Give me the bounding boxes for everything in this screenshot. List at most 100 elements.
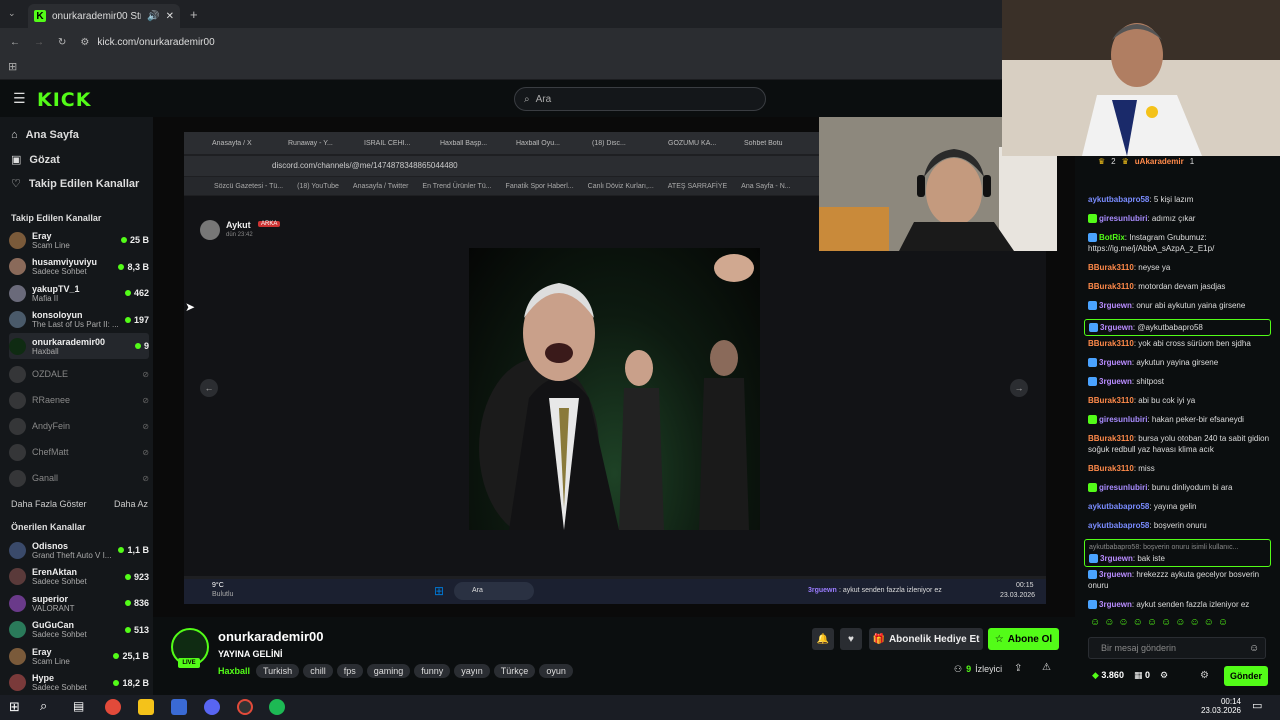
gift-subscription-button[interactable]: 🎁 Abonelik Hediye Et (869, 628, 983, 650)
chat-username[interactable]: giresunlubiri (1099, 214, 1147, 223)
chat-username[interactable]: aykutbabapro58 (1088, 521, 1149, 530)
followed-channel[interactable]: konsoloyun The Last of Us Part II: ... 197 (9, 307, 149, 333)
offline-channel[interactable]: Ganall ⊘ (9, 465, 149, 491)
search-input[interactable]: ⌕ Ara (514, 87, 766, 111)
channel-name[interactable]: onurkarademir00 (218, 629, 324, 644)
discord-taskbar-icon[interactable] (204, 699, 220, 715)
next-image-icon[interactable]: → (1010, 379, 1028, 397)
chat-input[interactable]: Bir mesaj gönderin (1088, 637, 1266, 659)
chat-message[interactable]: BBurak3110: bursa yolu otoban 240 ta sab… (1088, 433, 1273, 455)
obs-taskbar-icon[interactable] (237, 699, 253, 715)
followed-channel[interactable]: husamviyuviyu Sadece Sohbet 8,3 B (9, 254, 149, 280)
stream-tag[interactable]: Türkçe (493, 664, 536, 678)
show-more-button[interactable]: Daha Fazla Göster (11, 499, 87, 509)
windows-start-button[interactable]: ⊞ (9, 699, 20, 715)
chat-username[interactable]: BBurak3110 (1088, 339, 1134, 348)
taskbar-search-icon[interactable]: ⌕ (40, 698, 47, 714)
back-icon[interactable]: ← (10, 37, 20, 48)
forward-icon[interactable]: → (34, 37, 44, 48)
chat-username[interactable]: BBurak3110 (1088, 263, 1134, 272)
notification-center-icon[interactable]: ▭ (1252, 699, 1262, 712)
chat-message[interactable]: 3rguewn: hrekezzz aykuta gecelyor bosver… (1088, 569, 1273, 591)
chat-message[interactable]: BBurak3110: miss (1088, 463, 1273, 474)
points-display[interactable]: ◆ 3.860 (1092, 670, 1124, 681)
send-button[interactable]: Gönder (1224, 666, 1268, 686)
chat-username[interactable]: BBurak3110 (1088, 434, 1134, 443)
chat-message[interactable]: aykutbabapro58: boşverin onuru (1088, 520, 1273, 531)
chat-message[interactable]: giresunlubiri: bunu dinliyodum bi ara (1088, 482, 1273, 493)
stream-tag[interactable]: funny (414, 664, 451, 678)
chat-message[interactable]: BBurak3110: abi bu cok iyi ya (1088, 395, 1273, 406)
stream-tag[interactable]: fps (336, 664, 363, 678)
taskbar-clock[interactable]: 00:14 23.03.2026 (1201, 697, 1241, 715)
tab-list-icon[interactable]: ⌄ (8, 8, 16, 19)
chat-username[interactable]: 3rguewn (1099, 301, 1132, 310)
chat-message[interactable]: 3rguewn: shitpost (1088, 376, 1273, 387)
chat-username[interactable]: 3rguewn (1100, 323, 1133, 332)
chat-message[interactable]: BBurak3110: motordan devam jasdjas (1088, 281, 1273, 292)
chat-message[interactable]: 3rguewn: onur abi aykutun yaina girsene (1088, 300, 1273, 311)
chat-message[interactable]: 3rguewn: @aykutbabapro58 (1084, 319, 1271, 336)
tab-close-icon[interactable]: ✕ (166, 11, 174, 22)
followed-channel[interactable]: onurkarademir00 Haxball 9 (9, 333, 149, 359)
chat-message[interactable]: aykutbabapro58: yayına gelin (1088, 501, 1273, 512)
recommended-channel[interactable]: Eray Scam Line 25,1 B (9, 643, 149, 669)
subscribe-button[interactable]: ☆ Abone Ol (988, 628, 1059, 650)
menu-icon[interactable]: ☰ (13, 90, 26, 107)
browser-tab[interactable]: K onurkarademir00 Stream - 🔊 ✕ (28, 4, 180, 28)
chat-username[interactable]: 3rguewn (1100, 554, 1133, 563)
show-less-button[interactable]: Daha Az (114, 499, 148, 509)
followed-channel[interactable]: yakupTV_1 Mafia II 462 (9, 280, 149, 306)
chat-message[interactable]: BBurak3110: neyse ya (1088, 262, 1273, 273)
chat-username[interactable]: BotRix (1099, 233, 1125, 242)
chat-settings-icon[interactable]: ⚙ (1160, 670, 1168, 681)
chat-username[interactable]: 3rguewn (1099, 600, 1132, 609)
offline-channel[interactable]: RRaenee ⊘ (9, 387, 149, 413)
offline-channel[interactable]: ChefMatt ⊘ (9, 439, 149, 465)
chat-username[interactable]: aykutbabapro58 (1088, 195, 1149, 204)
prev-image-icon[interactable]: ← (200, 379, 218, 397)
site-info-icon[interactable]: ⚙ (80, 37, 89, 48)
app-taskbar-icon[interactable] (171, 699, 187, 715)
recommended-channel[interactable]: Hype Sadece Sohbet 18,2 B (9, 670, 149, 696)
emote-bar[interactable]: ☺☺☺☺☺☺☺☺☺☺ (1090, 617, 1232, 628)
chat-username[interactable]: giresunlubiri (1099, 483, 1147, 492)
offline-channel[interactable]: AndyFein ⊘ (9, 413, 149, 439)
chat-username[interactable]: aykutbabapro58 (1088, 502, 1149, 511)
recommended-channel[interactable]: GuGuCan Sadece Sohbet 513 (9, 617, 149, 643)
tab-audio-icon[interactable]: 🔊 (147, 11, 159, 22)
stream-tag[interactable]: oyun (539, 664, 573, 678)
chat-message[interactable]: 3rguewn: aykut senden fazzla izleniyor e… (1088, 599, 1273, 610)
chat-message[interactable]: BBurak3110: yok abi cross sürüom ben sjd… (1088, 338, 1273, 349)
chat-message[interactable]: BotRix: Instagram Grubumuz: https://ig.m… (1088, 232, 1273, 254)
chat-username[interactable]: giresunlubiri (1099, 415, 1147, 424)
stream-tag[interactable]: chill (303, 664, 333, 678)
apps-grid-icon[interactable]: ⊞ (8, 60, 17, 73)
spotify-taskbar-icon[interactable] (269, 699, 285, 715)
chat-username[interactable]: 3rguewn (1099, 358, 1132, 367)
chat-message[interactable]: 3rguewn: aykutun yayina girsene (1088, 357, 1273, 368)
chat-username[interactable]: 3rguewn (1099, 570, 1132, 579)
report-icon[interactable]: ⚠ (1042, 662, 1051, 673)
chat-message[interactable]: giresunlubiri: hakan peker-bir efsaneydi (1088, 414, 1273, 425)
chat-username[interactable]: BBurak3110 (1088, 396, 1134, 405)
stream-tag[interactable]: gaming (366, 664, 411, 678)
chat-username[interactable]: 3rguewn (1099, 377, 1132, 386)
followed-channel[interactable]: Eray Scam Line 25 B (9, 227, 149, 253)
file-explorer-icon[interactable] (138, 699, 154, 715)
kick-logo[interactable]: KICK (37, 89, 91, 111)
emoji-picker-icon[interactable]: ☺ (1249, 643, 1259, 654)
chat-username[interactable]: BBurak3110 (1088, 282, 1134, 291)
offline-channel[interactable]: OZDALE ⊘ (9, 361, 149, 387)
recommended-channel[interactable]: ErenAktan Sadece Sohbet 923 (9, 564, 149, 590)
nav-browse[interactable]: ▣ Gözat (11, 153, 60, 167)
nav-following[interactable]: ♡ Takip Edilen Kanallar (11, 177, 139, 191)
category-link[interactable]: Haxball (218, 666, 250, 676)
recommended-channel[interactable]: superior VALORANT 836 (9, 590, 149, 616)
chat-message[interactable]: giresunlubiri: adımız çıkar (1088, 213, 1273, 224)
recommended-channel[interactable]: Odisnos Grand Theft Auto V I... 1,1 B (9, 537, 149, 563)
chat-gear-icon[interactable]: ⚙ (1200, 670, 1209, 681)
follow-heart-icon[interactable]: ♥ (840, 628, 862, 650)
chat-message[interactable]: aykutbabapro58: boşverin onuru isimli ku… (1084, 539, 1271, 567)
reload-icon[interactable]: ↻ (58, 37, 66, 48)
